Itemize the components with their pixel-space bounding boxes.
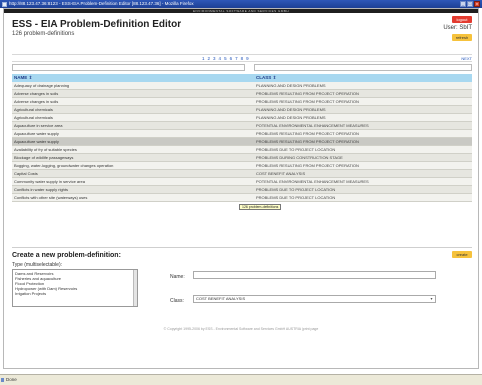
table-row[interactable]: Community water supply in service area PO…: [12, 178, 472, 186]
pagination: 1 2 3 4 5 6 7 8 9: [202, 55, 249, 62]
row-name-cell[interactable]: Bogging, water-logging, groundwater chan…: [14, 162, 250, 169]
brand-strip: ENVIRONMENTAL SOFTWARE AND SERVICES GMBH: [4, 9, 478, 13]
name-input[interactable]: [193, 271, 436, 279]
footer: © Copyright 1995-2006 by ESS - Environme…: [163, 327, 319, 331]
page-content: ENVIRONMENTAL SOFTWARE AND SERVICES GMBH…: [3, 8, 479, 369]
minimize-icon[interactable]: _: [460, 1, 466, 7]
row-name-cell[interactable]: Adverse changes in soils: [14, 90, 250, 97]
page-link-7[interactable]: 7: [235, 55, 238, 62]
row-class-cell: PROBLEMS RESULTING FROM PROJECT OPERATIO…: [256, 139, 359, 144]
status-icon: [1, 378, 4, 382]
table-row[interactable]: Agricultural chemicals PLANNING AND DESIG…: [12, 114, 472, 122]
window-title: http://88.123.47.36:8123 - ESS-EIA Probl…: [9, 1, 194, 6]
type-label: Type (multiselectable):: [12, 262, 63, 268]
table-body: Adequacy of drainage planning PLANNING AN…: [12, 82, 472, 202]
row-name-cell[interactable]: Aquaculture in service area: [14, 122, 250, 129]
type-option[interactable]: Irrigation Projects: [15, 291, 135, 296]
row-class-cell: PROBLEMS RESULTING FROM PROJECT OPERATIO…: [256, 163, 359, 168]
type-options: Dams and Reservoirs Fisheries and aquacul…: [15, 271, 135, 296]
status-text: Done: [6, 377, 17, 382]
table-row[interactable]: Agricultural chemicals PLANNING AND DESIG…: [12, 106, 472, 114]
row-class-cell: PROBLEMS RESULTING FROM PROJECT OPERATIO…: [256, 131, 359, 136]
row-name-cell[interactable]: Conflicts in water supply rights: [14, 186, 250, 193]
row-name-cell[interactable]: Availability of fry of suitable species: [14, 146, 250, 153]
row-class-cell: PROBLEMS DURING CONSTRUCTION STAGE: [256, 155, 343, 160]
row-name-cell[interactable]: Capital Costs: [14, 170, 250, 177]
table-row[interactable]: Blockage of wildlife passageways PROBLEMS…: [12, 154, 472, 162]
chevron-down-icon[interactable]: ▾: [429, 296, 434, 302]
tooltip: 126 problem-definitions: [239, 204, 282, 210]
class-label: Class:: [170, 298, 184, 304]
table-row[interactable]: Aquaculture water supply PROBLEMS RESULTI…: [12, 138, 472, 146]
table-row[interactable]: Adequacy of drainage planning PLANNING AN…: [12, 82, 472, 90]
class-column-header[interactable]: CLASS ⇕: [256, 74, 276, 82]
table-row[interactable]: Availability of fry of suitable species P…: [12, 146, 472, 154]
table-row[interactable]: Bogging, water-logging, groundwater chan…: [12, 162, 472, 170]
row-name-cell[interactable]: Agricultural chemicals: [14, 106, 250, 113]
page-link-8[interactable]: 8: [241, 55, 244, 62]
row-name-cell[interactable]: Agricultural chemicals: [14, 114, 250, 121]
row-class-cell: POTENTIAL ENVIRONMENTAL ENHANCEMENT MEAS…: [256, 123, 369, 128]
page-title: ESS - EIA Problem-Definition Editor: [12, 19, 182, 30]
row-class-cell: COST BENEFIT ANALYSIS: [256, 171, 306, 176]
page-link-5[interactable]: 5: [224, 55, 227, 62]
table-row[interactable]: Aquaculture in service area POTENTIAL ENV…: [12, 122, 472, 130]
page-link-3[interactable]: 3: [213, 55, 216, 62]
refresh-button[interactable]: refresh: [452, 34, 472, 41]
browser-icon: [2, 1, 7, 7]
create-section: Create a new problem-definition: create …: [12, 247, 472, 322]
row-class-cell: PLANNING AND DESIGN PROBLEMS: [256, 107, 326, 112]
row-class-cell: PROBLEMS DUE TO PROJECT LOCATION: [256, 195, 336, 200]
row-name-cell[interactable]: Aquaculture water supply: [14, 130, 250, 137]
type-scrollbar[interactable]: [133, 270, 137, 306]
table-row[interactable]: Conflicts in water supply rights PROBLEMS…: [12, 186, 472, 194]
row-class-cell: PROBLEMS DUE TO PROJECT LOCATION: [256, 147, 336, 152]
class-filter-input[interactable]: [254, 64, 472, 71]
row-name-cell[interactable]: Community water supply in service area: [14, 178, 250, 185]
type-multiselect[interactable]: Dams and Reservoirs Fisheries and aquacul…: [12, 269, 138, 307]
table-row[interactable]: Conflicts with other site (waterways) us…: [12, 194, 472, 202]
filter-row: [12, 64, 472, 72]
row-name-cell[interactable]: Aquaculture water supply: [14, 138, 250, 145]
definition-count: 126 problem-definitions: [12, 31, 75, 37]
row-name-cell[interactable]: Conflicts with other site (waterways) us…: [14, 194, 250, 201]
page-link-9[interactable]: 9: [246, 55, 249, 62]
row-class-cell: POTENTIAL ENVIRONMENTAL ENHANCEMENT MEAS…: [256, 179, 369, 184]
name-filter-input[interactable]: [12, 64, 245, 71]
create-button[interactable]: create: [452, 251, 472, 258]
user-label: User: SbIT: [443, 25, 472, 31]
row-class-cell: PROBLEMS RESULTING FROM PROJECT OPERATIO…: [256, 99, 359, 104]
table-header: NAME ⇕ CLASS ⇕: [12, 74, 472, 82]
class-select[interactable]: COST BENEFIT ANALYSIS ▾: [193, 295, 436, 303]
page-link-4[interactable]: 4: [219, 55, 222, 62]
page-link-6[interactable]: 6: [230, 55, 233, 62]
create-title: Create a new problem-definition:: [12, 252, 121, 259]
row-class-cell: PROBLEMS DUE TO PROJECT LOCATION: [256, 187, 336, 192]
table-row[interactable]: Adverse changes in soils PROBLEMS RESULTI…: [12, 98, 472, 106]
name-column-header[interactable]: NAME ⇕: [14, 74, 32, 82]
browser-titlebar: http://88.123.47.36:8123 - ESS-EIA Probl…: [0, 0, 482, 8]
table-row[interactable]: Aquaculture water supply PROBLEMS RESULTI…: [12, 130, 472, 138]
problem-definitions-table: NAME ⇕ CLASS ⇕ Adequacy of drainage plan…: [12, 74, 472, 202]
row-class-cell: PLANNING AND DESIGN PROBLEMS: [256, 83, 326, 88]
next-link[interactable]: NEXT: [461, 55, 472, 62]
page-header: ESS - EIA Problem-Definition Editor 126 …: [12, 16, 472, 52]
page-link-1[interactable]: 1: [202, 55, 205, 62]
table-row[interactable]: Capital Costs COST BENEFIT ANALYSIS: [12, 170, 472, 178]
maximize-icon[interactable]: □: [467, 1, 473, 7]
row-class-cell: PROBLEMS RESULTING FROM PROJECT OPERATIO…: [256, 91, 359, 96]
page-link-2[interactable]: 2: [208, 55, 211, 62]
row-name-cell[interactable]: Blockage of wildlife passageways: [14, 154, 250, 161]
row-name-cell[interactable]: Adequacy of drainage planning: [14, 82, 250, 89]
row-class-cell: PLANNING AND DESIGN PROBLEMS: [256, 115, 326, 120]
table-row[interactable]: Adverse changes in soils PROBLEMS RESULTI…: [12, 90, 472, 98]
close-icon[interactable]: x: [474, 1, 480, 7]
row-name-cell[interactable]: Adverse changes in soils: [14, 98, 250, 105]
pager-bar: 1 2 3 4 5 6 7 8 9 NEXT: [12, 54, 472, 62]
name-label: Name:: [170, 274, 185, 280]
class-select-value: COST BENEFIT ANALYSIS: [196, 296, 246, 301]
window-controls: _ □ x: [460, 1, 480, 7]
status-bar: Done: [0, 374, 482, 385]
logout-button[interactable]: logout: [452, 16, 472, 23]
